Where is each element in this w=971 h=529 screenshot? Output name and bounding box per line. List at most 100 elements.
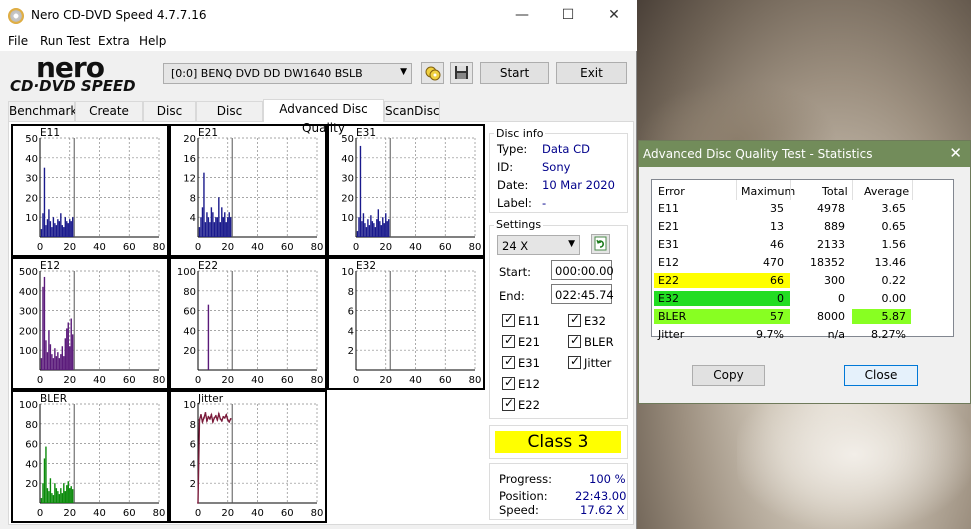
e12-y-tick-label: 100 [19,346,38,357]
cell-name: Jitter [658,328,685,341]
e11-bar [54,223,56,237]
e21-bar [204,222,207,237]
statistics-close-icon[interactable]: ✕ [949,144,962,162]
end-time-field[interactable]: 022:45.74 [551,284,614,304]
bler-bar [67,481,69,503]
cell-total: 4978 [817,202,845,215]
close-button[interactable]: ✕ [591,0,637,31]
e12-bar [40,358,43,370]
e21-bar [200,217,202,237]
e31-y-tick-label: 30 [341,174,354,185]
checkbox-e32[interactable] [568,312,581,327]
e31-bar [382,217,384,237]
jitter-x-tick-label: 0 [195,508,201,519]
e31-y-tick-label: 10 [341,213,354,224]
e11-bar [66,221,68,237]
tab-benchmark[interactable]: Benchmark [8,101,77,121]
tab-scandisc[interactable]: ScanDisc [384,101,440,121]
statistics-title-bar[interactable]: Advanced Disc Quality Test - Statistics … [639,141,970,167]
cell-max: 9.7% [756,328,784,341]
e32-x-tick-label: 80 [469,375,482,386]
stats-close-button[interactable]: Close [844,365,918,386]
jitter-point [229,417,232,420]
save-button[interactable] [450,62,473,84]
disc-swap-icon [425,66,441,81]
chart-e12-svg: 0 20 40 60 80 500 400 300 200 100 E12 [19,260,165,386]
checkbox-e21[interactable] [502,333,515,348]
header-total: Total [822,185,848,198]
maximize-button[interactable]: ☐ [545,0,591,31]
menu-run-test[interactable]: Run Test [40,34,90,48]
jitter-point [203,416,205,419]
jitter-point [220,419,223,422]
minimize-button[interactable]: — [499,0,545,31]
jitter-point [222,415,225,418]
bler-chart-title: BLER [40,393,67,405]
e32-y-tick-label: 2 [348,346,354,357]
cell-total: 300 [824,274,845,287]
jitter-y-tick-label: 4 [190,459,196,470]
cell-avg: 0.00 [881,292,907,305]
checkbox-jitter[interactable] [568,354,581,369]
speed-select[interactable]: 24 X ▼ [497,235,580,255]
checkbox-e22[interactable] [502,396,515,411]
e11-bar [63,227,65,237]
title-bar[interactable]: Nero CD-DVD Speed 4.7.7.16 — ☐ ✕ [0,0,637,31]
eject-button[interactable] [421,62,444,84]
checkbox-bler[interactable] [568,333,581,348]
e12-x-tick-label: 0 [37,375,43,386]
bler-bar [57,491,59,503]
jitter-y-tick-label: 8 [190,420,196,431]
tab-advanced-disc-quality[interactable]: Advanced Disc Quality [263,99,384,135]
disc-date-label: Date: [497,178,529,192]
checkbox-e11[interactable] [502,312,515,327]
tab-create-disc[interactable]: Create Disc [75,101,143,137]
e11-bar [46,219,49,237]
cell-name: E21 [658,220,679,233]
bler-bar [40,498,43,503]
app-disc-icon [8,8,24,24]
chart-bler-svg: 0 20 40 60 80 100 80 60 40 20 BLER [19,393,165,519]
bler-bar [72,489,74,503]
e31-bar [388,219,390,237]
e21-bar [215,217,217,237]
menu-extra[interactable]: Extra [98,34,130,48]
e32-y-tick-label: 8 [348,287,354,298]
e21-bar [225,222,227,237]
start-button[interactable]: Start [480,62,549,84]
copy-button[interactable]: Copy [692,365,765,386]
chart-jitter: 0 20 40 60 80 10 8 6 4 2 Jitter [169,390,327,523]
chart-e32: 0 20 40 60 80 10 8 6 4 2 E32 [327,257,485,390]
start-time-field[interactable]: 000:00.00 [551,260,614,280]
bler-bar [63,483,65,503]
e31-bar [365,227,368,237]
e12-bar [51,354,53,370]
checkbox-e12[interactable] [502,375,515,390]
refresh-button[interactable] [591,234,610,254]
tab-disc-info[interactable]: Disc Info [143,101,196,137]
bler-y-tick-label: 60 [25,440,38,451]
e21-x-tick-label: 40 [251,242,264,253]
e11-bar [70,221,72,237]
e12-bar [58,358,61,370]
statistics-table: Error Maximum Total Average E11 35 4978 3.6… [651,179,954,341]
drive-select[interactable]: [0:0] BENQ DVD DD DW1640 BSLB ▼ [163,63,412,84]
menu-file[interactable]: File [8,34,28,48]
disc-date-value: 10 Mar 2020 [542,178,615,192]
e12-x-tick-label: 40 [93,375,106,386]
checkbox-e31[interactable] [502,354,515,369]
e31-bar [376,219,378,237]
disc-label-label: Label: [497,196,532,210]
tab-disc-quality[interactable]: Disc Quality [196,101,263,137]
e12-bar [66,328,68,370]
exit-button[interactable]: Exit [556,62,627,84]
e12-bar [48,330,50,370]
menu-bar: File Run Test Extra Help [0,31,637,51]
checkbox-e22-label: E22 [518,398,540,412]
menu-help[interactable]: Help [139,34,166,48]
chevron-down-icon: ▼ [400,67,407,77]
e21-bar [198,227,201,237]
nero-logo: nero CD·DVD SPEED [10,51,136,95]
e32-x-tick-label: 20 [379,375,392,386]
cell-avg: 3.65 [881,202,907,215]
